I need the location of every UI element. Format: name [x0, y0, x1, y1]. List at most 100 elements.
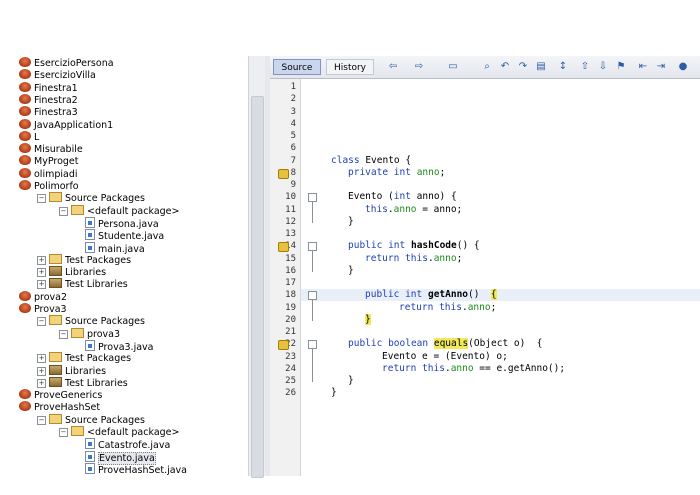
tree-item-package[interactable]: − <default package>: [59, 204, 179, 217]
java-project-icon: [19, 143, 31, 154]
tree-item-project[interactable]: Prova3: [19, 303, 67, 315]
code-line[interactable]: }: [348, 216, 354, 228]
tree-item-project[interactable]: JavaApplication1: [19, 118, 113, 131]
editor-toolbar: Source History ⇦ ⇨ ▭ ⌕ ↶ ↷ ▤ ↕ ⇧ ⇩ ⚑ ⇤ ⇥…: [270, 56, 700, 79]
code-line[interactable]: class Evento {: [331, 155, 411, 167]
code-line[interactable]: }: [348, 265, 354, 277]
tree-item-file[interactable]: Studente.java: [85, 229, 164, 242]
tree-item-project[interactable]: Finestra3: [19, 106, 78, 118]
fold-toggle-icon[interactable]: [308, 340, 317, 350]
macro-icon[interactable]: ●: [676, 60, 690, 73]
project-tree[interactable]: EsercizioPersona EsercizioVilla Finestra1 F…: [19, 56, 266, 476]
expand-icon[interactable]: +: [37, 255, 46, 265]
tree-item-file[interactable]: Persona.java: [85, 216, 159, 230]
tree-item-project[interactable]: Finestra2: [19, 93, 78, 106]
code-line[interactable]: return this.anno;: [365, 253, 462, 265]
tree-item-project[interactable]: EsercizioPersona: [19, 57, 114, 69]
tree-item-project[interactable]: Misurabile: [19, 143, 83, 155]
tree-scrollbar[interactable]: [248, 56, 265, 478]
collapse-icon[interactable]: −: [59, 428, 68, 437]
code-line[interactable]: Evento e = (Evento) o;: [382, 351, 508, 363]
fold-toggle-icon[interactable]: [308, 291, 317, 301]
code-line[interactable]: public int hashCode() {: [348, 240, 480, 252]
expand-icon[interactable]: +: [37, 268, 46, 278]
tree-item-project[interactable]: MyProget: [19, 155, 79, 167]
code-line[interactable]: return this.anno == e.getAnno();: [382, 363, 565, 375]
code-line[interactable]: private int anno;: [348, 167, 445, 179]
tree-item-project[interactable]: Polimorfo: [19, 180, 79, 192]
expand-icon[interactable]: +: [37, 354, 46, 364]
tree-item-file[interactable]: Catastrofe.java: [85, 438, 170, 451]
code-editor[interactable]: Source History ⇦ ⇨ ▭ ⌕ ↶ ↷ ▤ ↕ ⇧ ⇩ ⚑ ⇤ ⇥…: [270, 56, 700, 476]
tree-item-library[interactable]: + Test Libraries: [37, 376, 128, 389]
collapse-icon[interactable]: −: [37, 415, 46, 425]
tree-scrollbar-thumb[interactable]: [251, 96, 264, 478]
tree-item-library[interactable]: + Libraries: [37, 266, 106, 278]
expand-icon[interactable]: +: [37, 378, 46, 388]
code-line[interactable]: }: [331, 387, 337, 399]
line-number: 5: [290, 131, 296, 141]
tree-item-label: Misurabile: [34, 144, 83, 156]
tree-item-file[interactable]: Prova3.java: [85, 339, 153, 353]
expand-icon[interactable]: +: [37, 366, 46, 376]
tree-item-project[interactable]: ProveHashSet: [19, 401, 100, 413]
selection-icon[interactable]: ↕: [556, 60, 570, 73]
tree-item-folder[interactable]: + Test Packages: [37, 352, 131, 364]
code-line[interactable]: return this.anno;: [399, 302, 496, 314]
tree-item-file[interactable]: Evento.java: [85, 450, 156, 465]
tree-item-file[interactable]: main.java: [85, 241, 145, 255]
collapse-icon[interactable]: −: [37, 317, 46, 327]
shift-left-icon[interactable]: ⇤: [636, 60, 650, 73]
tree-item-package[interactable]: − prova3: [59, 327, 120, 340]
tree-item-file[interactable]: ProveHashSet.java: [85, 462, 187, 476]
code-line[interactable]: }: [365, 313, 371, 326]
find-previous-icon[interactable]: ↶: [498, 60, 512, 73]
source-folder-icon: [49, 253, 62, 264]
code-token: () {: [456, 240, 480, 252]
code-line[interactable]: }: [348, 375, 354, 387]
tree-item-project[interactable]: EsercizioVilla: [19, 69, 96, 81]
code-line[interactable]: public int getAnno() {: [365, 289, 497, 301]
tree-item-library[interactable]: + Libraries: [37, 364, 106, 377]
code-token: equals: [433, 338, 469, 350]
code-line[interactable]: Evento (int anno) {: [348, 191, 457, 203]
tree-item-label: Finestra2: [34, 94, 78, 106]
override-marker-icon[interactable]: [278, 168, 289, 179]
bookmark-prev-icon[interactable]: ⇧: [578, 60, 592, 73]
tree-item-folder[interactable]: − Source Packages: [37, 315, 145, 327]
toggle-bookmark-icon[interactable]: ⚑: [614, 60, 628, 73]
tree-item-package[interactable]: − <default package>: [59, 426, 179, 438]
tree-item-label: Source Packages: [65, 193, 145, 205]
toggle-highlight-icon[interactable]: ▤: [534, 60, 548, 73]
expand-icon[interactable]: +: [37, 280, 46, 290]
tree-item-project[interactable]: L: [19, 130, 39, 143]
tree-item-project[interactable]: Finestra1: [19, 81, 78, 94]
collapse-icon[interactable]: −: [59, 329, 68, 339]
tree-item-folder[interactable]: − Source Packages: [37, 413, 145, 426]
collapse-icon[interactable]: −: [59, 206, 68, 216]
forward-icon[interactable]: ⇨: [412, 60, 426, 73]
tree-item-project[interactable]: ProveGenerics: [19, 389, 102, 401]
bookmark-next-icon[interactable]: ⇩: [596, 60, 610, 73]
back-icon[interactable]: ⇦: [386, 60, 400, 73]
find-next-icon[interactable]: ↷: [516, 60, 530, 73]
code-token: }: [331, 387, 337, 399]
search-icon[interactable]: ⌕: [480, 60, 494, 73]
override-marker-icon[interactable]: [278, 340, 289, 351]
fold-toggle-icon[interactable]: [308, 242, 317, 252]
code-line[interactable]: this.anno = anno;: [365, 204, 462, 216]
tree-item-label: Prova3: [34, 304, 67, 315]
tree-item-library[interactable]: + Test Libraries: [37, 278, 128, 290]
shift-right-icon[interactable]: ⇥: [654, 60, 668, 73]
tree-item-project[interactable]: prova2: [19, 290, 67, 303]
navigate-icon[interactable]: ▭: [446, 60, 460, 73]
override-marker-icon[interactable]: [278, 242, 289, 253]
tab-source[interactable]: Source: [273, 59, 321, 75]
tab-history[interactable]: History: [326, 59, 374, 75]
code-line[interactable]: public boolean equals(Object o) {: [348, 338, 543, 350]
fold-toggle-icon[interactable]: [308, 193, 317, 203]
tree-item-folder[interactable]: − Source Packages: [37, 192, 145, 204]
tree-item-folder[interactable]: + Test Packages: [37, 253, 131, 266]
tree-item-project[interactable]: olimpiadi: [19, 167, 78, 180]
collapse-icon[interactable]: −: [37, 194, 46, 204]
